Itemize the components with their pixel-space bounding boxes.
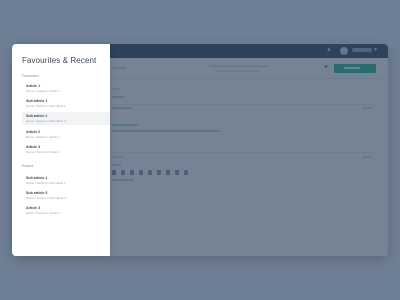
item-path: Name / Section / Article 3 bbox=[26, 211, 60, 215]
item-title: Article 3 bbox=[26, 145, 41, 149]
section-label-favourites: Favourites bbox=[22, 74, 39, 78]
panel-title: Favourites & Recent bbox=[22, 56, 97, 65]
item-title: Sub article 1 bbox=[26, 176, 48, 180]
list-item[interactable]: Sub article 1 Name / Section / Sub artic… bbox=[22, 97, 110, 110]
item-title: Article 2 bbox=[26, 130, 41, 134]
item-path: Name / Section / Sub article 2 bbox=[26, 119, 66, 123]
list-item[interactable]: Article 3 Name / Section / Article 3 bbox=[22, 143, 110, 156]
item-title: Article 3 bbox=[26, 206, 41, 210]
item-title: Article 1 bbox=[26, 84, 41, 88]
item-path: Name / Section / Sub article 3 bbox=[26, 196, 66, 200]
item-path: Name / Section / Article 3 bbox=[26, 150, 60, 154]
list-item[interactable]: Article 1 Name / Section / Article 1 bbox=[22, 82, 110, 95]
item-title: Sub article 1 bbox=[26, 99, 48, 103]
list-item[interactable]: Article 3 Name / Section / Article 3 bbox=[22, 204, 110, 217]
section-label-recent: Recent bbox=[22, 164, 34, 168]
favourites-recent-panel: Favourites & Recent Favourites Article 1… bbox=[12, 44, 110, 256]
item-path: Name / Section / Sub article 1 bbox=[26, 181, 66, 185]
item-title: Sub article 2 bbox=[26, 114, 48, 118]
list-item-active[interactable]: Sub article 2 Name / Section / Sub artic… bbox=[22, 112, 110, 125]
item-path: Name / Section / Sub article 1 bbox=[26, 104, 66, 108]
list-item[interactable]: Sub article 1 Name / Section / Sub artic… bbox=[22, 174, 110, 187]
item-path: Name / Section / Article 2 bbox=[26, 135, 60, 139]
item-title: Sub article 3 bbox=[26, 191, 48, 195]
list-item[interactable]: Article 2 Name / Section / Article 2 bbox=[22, 128, 110, 141]
item-path: Name / Section / Article 1 bbox=[26, 89, 60, 93]
list-item[interactable]: Sub article 3 Name / Section / Sub artic… bbox=[22, 189, 110, 202]
